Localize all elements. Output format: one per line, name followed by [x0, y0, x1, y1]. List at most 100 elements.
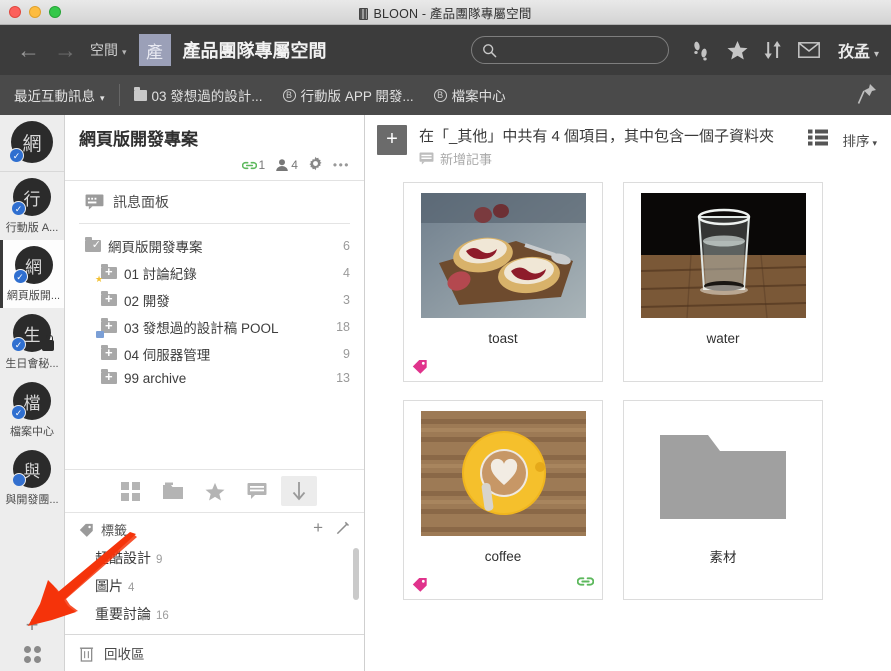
current-workspace[interactable]: 網 ✓: [0, 115, 64, 172]
forward-icon[interactable]: →: [47, 38, 84, 62]
card-item[interactable]: water: [623, 182, 823, 382]
pencil-icon[interactable]: [335, 521, 350, 539]
tree-item-label: 99 archive: [124, 370, 187, 386]
user-menu[interactable]: 孜孟 ▾: [838, 38, 879, 62]
tags-label: 標籤: [101, 523, 128, 538]
window-controls[interactable]: [0, 6, 61, 18]
folder-view-icon[interactable]: [155, 476, 191, 506]
tree-item-count: 18: [336, 319, 350, 334]
blue-badge-icon: [96, 331, 104, 338]
tag-scrollbar[interactable]: [353, 548, 359, 600]
tag-icon[interactable]: [412, 577, 428, 592]
message-board-icon: [85, 194, 104, 210]
check-badge-icon: ✓: [12, 269, 28, 284]
tag-item-cool-design[interactable]: 超酷設計 9: [65, 544, 364, 572]
download-view-icon[interactable]: [280, 476, 317, 506]
sort-label: 排序: [842, 134, 870, 149]
tree-item-99[interactable]: 99 archive 13: [65, 367, 364, 389]
tree-item-label: 02 開發: [124, 293, 170, 309]
card-item[interactable]: 素材: [623, 400, 823, 600]
add-tag-button[interactable]: +: [313, 519, 323, 539]
user-name: 孜孟: [837, 44, 870, 61]
chevron-down-icon: ▾: [873, 49, 879, 60]
search-input[interactable]: [502, 42, 658, 58]
grid-view-icon[interactable]: [113, 476, 149, 506]
sort-menu[interactable]: 排序 ▾: [842, 130, 877, 150]
tree-item-02[interactable]: 02 開發 3: [65, 286, 364, 313]
trash-item[interactable]: 回收區: [65, 634, 364, 671]
tag-item-images[interactable]: 圖片 4: [65, 572, 364, 600]
check-badge-icon: ✓: [9, 148, 24, 163]
recent-messages-menu[interactable]: 最近互動訊息 ▾: [14, 85, 105, 105]
card-item[interactable]: coffee: [403, 400, 603, 600]
tab-mobile-app[interactable]: B 行動版 APP 開發...: [282, 85, 414, 105]
tab-file-center[interactable]: B 檔案中心: [433, 85, 506, 105]
workspace-item-birthday[interactable]: 生 ✓ 生日會秘...: [0, 308, 64, 376]
back-icon[interactable]: ←: [10, 38, 47, 62]
tab-label: 檔案中心: [451, 89, 506, 104]
tag-label: 重要討論: [95, 606, 151, 622]
sort-icon[interactable]: [764, 40, 782, 60]
card-footer: [632, 357, 814, 375]
folder-plus-icon: [101, 290, 117, 306]
add-item-button[interactable]: +: [377, 125, 407, 155]
add-note-label: 新增記事: [440, 152, 493, 167]
close-button[interactable]: [9, 6, 21, 18]
workspace-item-file-center[interactable]: 檔 ✓ 檔案中心: [0, 376, 64, 444]
add-note-button[interactable]: 新增記事: [419, 149, 808, 168]
tree-item-label: 網頁版開發專案: [108, 239, 203, 255]
workspace-list: 行 ✓ 行動版 A... 網 ✓ 網頁版開... 生 ✓ 生日會秘... 檔 ✓…: [0, 172, 64, 614]
add-workspace-button[interactable]: +: [26, 614, 39, 636]
folder-icon: [133, 86, 147, 101]
trash-label: 回收區: [104, 647, 145, 662]
avatar-initial: 網: [22, 133, 42, 155]
recent-messages-label: 最近互動訊息: [14, 89, 95, 104]
mail-icon[interactable]: [798, 42, 820, 58]
search-box[interactable]: [470, 36, 669, 64]
workspace-item-mobile-app[interactable]: 行 ✓ 行動版 A...: [0, 172, 64, 240]
footprints-icon[interactable]: [691, 39, 711, 61]
star-icon[interactable]: [727, 40, 748, 60]
tree-item-count: 9: [343, 346, 350, 361]
workspace-label: 與開發團...: [5, 494, 59, 506]
tree-item-01[interactable]: ★ 01 討論紀錄 4: [65, 259, 364, 286]
message-board-item[interactable]: 訊息面板: [65, 181, 364, 223]
tree-item-count: 3: [343, 292, 350, 307]
tree-item-03[interactable]: 03 發想過的設計稿 POOL 18: [65, 313, 364, 340]
star-view-icon[interactable]: [197, 476, 233, 506]
apps-grid-icon[interactable]: [23, 646, 41, 663]
tree-item-04[interactable]: 04 伺服器管理 9: [65, 340, 364, 367]
list-view-icon[interactable]: [808, 129, 829, 151]
more-icon[interactable]: •••: [333, 158, 350, 172]
tag-item-important-discussion[interactable]: 重要討論 16: [65, 600, 364, 628]
tab-bar: 最近互動訊息 ▾ 03 發想過的設計... B 行動版 APP 開發... B 檔…: [0, 75, 891, 115]
avatar-initial: 網: [25, 257, 42, 277]
space-menu[interactable]: 空間 ▾: [90, 40, 127, 60]
zoom-button[interactable]: [49, 6, 61, 18]
message-board-label: 訊息面板: [113, 194, 169, 210]
card-item[interactable]: toast: [403, 182, 603, 382]
workspace-item-web-dev[interactable]: 網 ✓ 網頁版開...: [0, 240, 64, 308]
card-footer: [412, 574, 595, 594]
minimize-button[interactable]: [29, 6, 41, 18]
workspace-item-dev-team[interactable]: 與 與開發團...: [0, 444, 64, 512]
tree-item-root[interactable]: 網頁版開發專案 6: [65, 232, 364, 259]
avatar: 與: [12, 450, 51, 488]
member-count[interactable]: 4: [275, 158, 298, 172]
space-avatar[interactable]: 產: [138, 34, 171, 66]
tree-item-count: 4: [343, 265, 350, 280]
link-count[interactable]: 1: [241, 158, 265, 172]
comment-view-icon[interactable]: [239, 476, 275, 506]
link-icon[interactable]: [576, 574, 595, 594]
tab-design-drafts[interactable]: 03 發想過的設計...: [133, 85, 263, 105]
pin-icon[interactable]: [857, 83, 877, 108]
workspace-rail: 網 ✓ 行 ✓ 行動版 A... 網 ✓ 網頁版開... 生 ✓ 生日會秘...…: [0, 115, 65, 671]
card-grid: toast water coffee 素材: [365, 174, 891, 600]
toast-thumbnail: [420, 193, 586, 318]
gear-icon[interactable]: [308, 156, 323, 174]
tree-item-label: 01 討論紀錄: [124, 266, 197, 282]
tag-icon[interactable]: [412, 359, 428, 374]
check-badge-icon: ✓: [11, 337, 26, 352]
avatar: 網 ✓: [12, 246, 53, 284]
panel-spacer: [65, 393, 364, 469]
